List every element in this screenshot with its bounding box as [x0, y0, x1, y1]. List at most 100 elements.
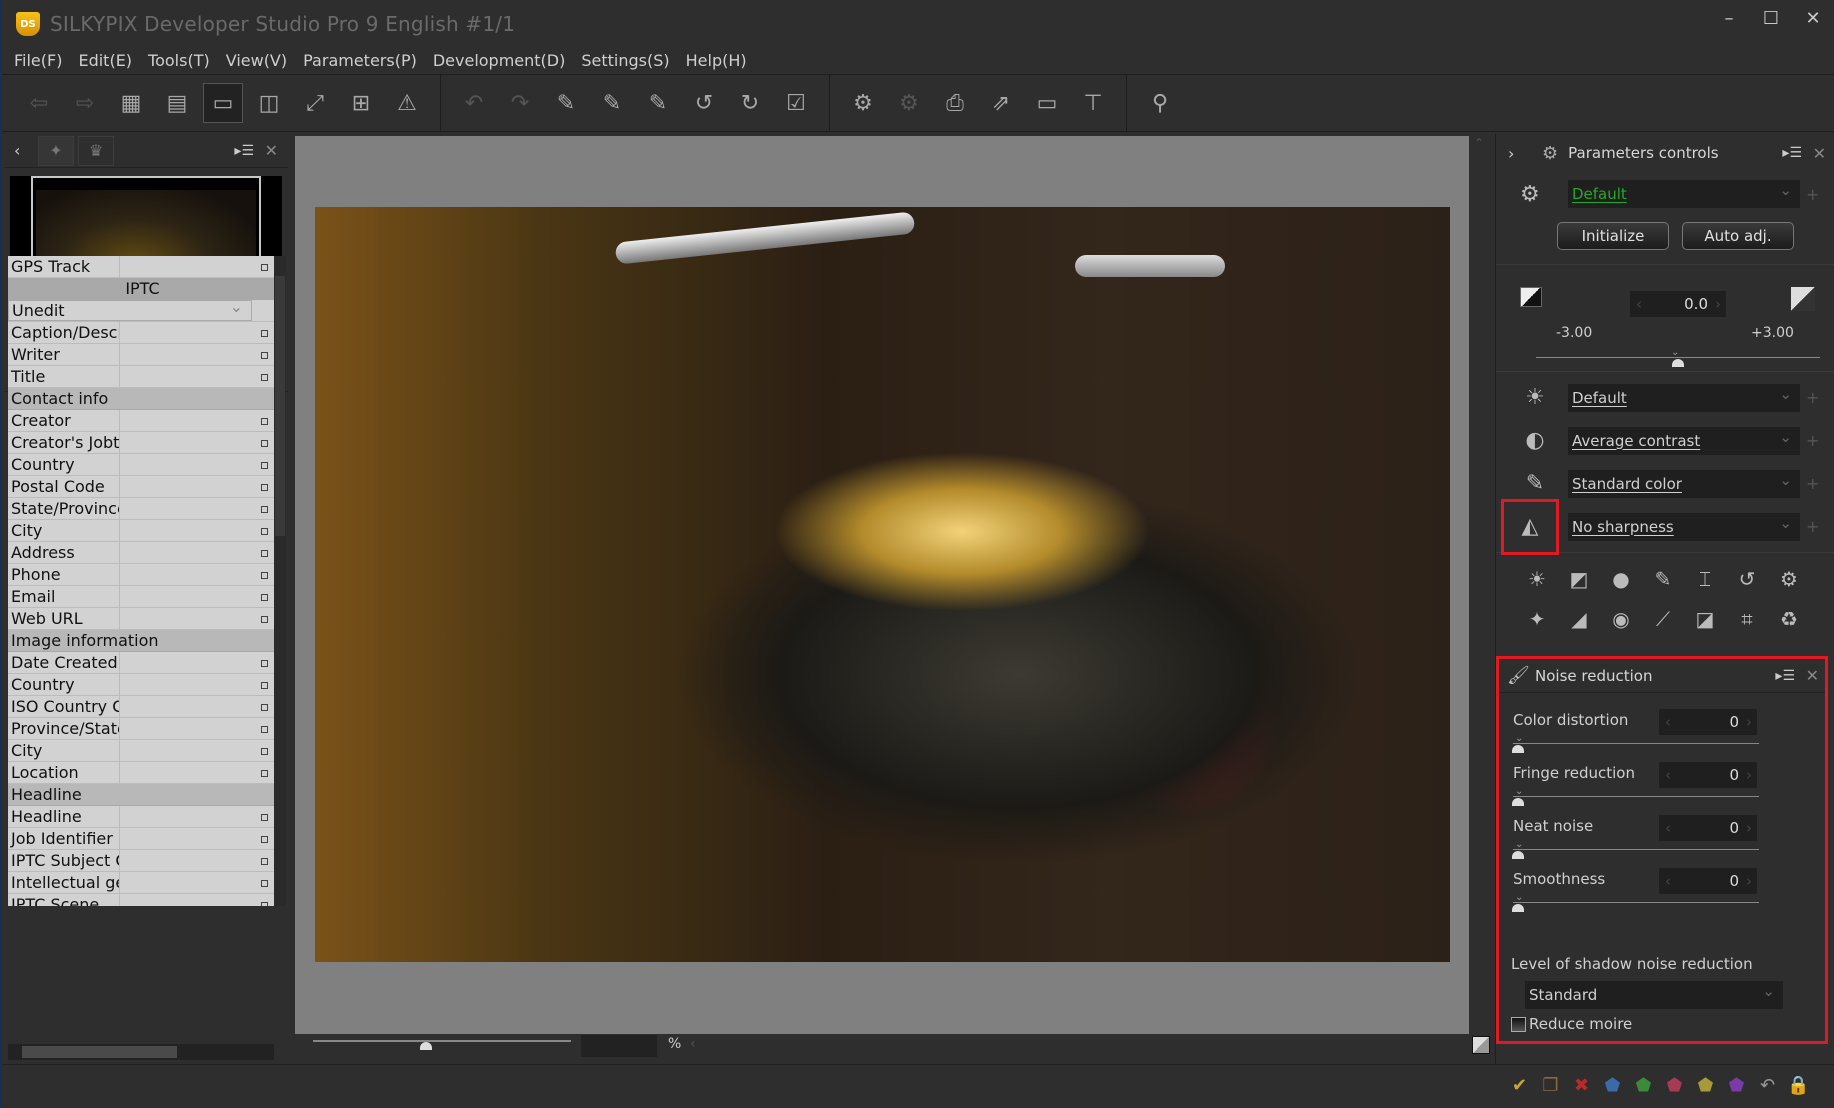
metadata-value-field[interactable] — [120, 762, 274, 783]
next-photo-button[interactable]: ⇨ — [65, 83, 105, 123]
panel-close-icon[interactable]: ✕ — [265, 141, 278, 160]
reject-icon[interactable]: ✖ — [1566, 1075, 1597, 1096]
metadata-value-field[interactable] — [120, 344, 274, 365]
monitor-button[interactable]: ▭ — [1027, 83, 1067, 123]
red-tag-icon[interactable]: ⬟ — [1659, 1075, 1690, 1096]
metadata-vertical-scrollbar[interactable] — [274, 256, 286, 906]
metadata-value-field[interactable] — [120, 520, 274, 541]
metadata-row[interactable]: Creator's Jobti — [8, 432, 274, 454]
fullscreen-button[interactable]: ⤢ — [295, 83, 335, 123]
green-tag-icon[interactable]: ⬟ — [1628, 1075, 1659, 1096]
tone-dropdown[interactable]: Average contrast — [1568, 423, 1800, 455]
metadata-value-field[interactable] — [120, 718, 274, 739]
zoom-slider-handle[interactable] — [420, 1042, 432, 1050]
noise-spinbox[interactable]: ‹ 0 › — [1659, 709, 1757, 735]
scrollbar-thumb[interactable] — [275, 276, 285, 536]
blue-tag-icon[interactable]: ⬟ — [1597, 1075, 1628, 1096]
previous-photo-button[interactable]: ⇦ — [19, 83, 59, 123]
metadata-value-field[interactable] — [120, 850, 274, 871]
fisheye-icon[interactable]: ◉ — [1600, 599, 1642, 639]
add-preset-icon[interactable]: + — [1806, 185, 1819, 204]
metadata-row[interactable]: Country — [8, 454, 274, 476]
compare-button[interactable]: ◫ — [249, 83, 289, 123]
metadata-row[interactable]: Caption/Descr — [8, 322, 274, 344]
metadata-row[interactable]: Address — [8, 542, 274, 564]
panel-close-icon-3[interactable]: ✕ — [1813, 144, 1826, 163]
metadata-value-field[interactable] — [120, 498, 274, 519]
rotate-left-button[interactable]: ↺ — [684, 83, 724, 123]
metadata-value-field[interactable] — [120, 410, 274, 431]
metadata-row[interactable]: City — [8, 520, 274, 542]
noise-slider-track[interactable] — [1513, 849, 1759, 850]
iptc-template-dropdown[interactable]: Unedit — [8, 297, 252, 321]
metadata-row[interactable]: Title — [8, 366, 274, 388]
photo-preview[interactable] — [315, 207, 1450, 962]
metadata-row[interactable]: Phone — [8, 564, 274, 586]
metadata-value-field[interactable] — [120, 564, 274, 585]
noise-slider-track[interactable] — [1513, 796, 1759, 797]
zoom-step-icon[interactable]: ‹ — [690, 1036, 696, 1052]
metadata-value-field[interactable] — [120, 542, 274, 563]
thumbnail-grid-button[interactable]: ▦ — [111, 83, 151, 123]
menu-development[interactable]: Development(D) — [433, 51, 566, 70]
develop-settings-icon[interactable]: ⚙ — [1768, 559, 1810, 599]
metadata-value-field[interactable] — [120, 256, 274, 277]
maximize-button[interactable]: ☐ — [1750, 0, 1792, 36]
exposure-slider-handle[interactable] — [1672, 359, 1684, 367]
color-correction-icon[interactable]: ● — [1600, 559, 1642, 599]
reduce-moire-checkbox[interactable] — [1511, 1017, 1526, 1032]
partial-correction-icon[interactable]: ◪ — [1684, 599, 1726, 639]
menu-edit[interactable]: Edit(E) — [78, 51, 132, 70]
metadata-row[interactable]: Job Identifier — [8, 828, 274, 850]
minimize-button[interactable]: – — [1708, 0, 1750, 36]
thumbnail-preview-button[interactable]: ▤ — [157, 83, 197, 123]
zoom-slider-track[interactable] — [313, 1040, 571, 1042]
zoom-value-field[interactable] — [581, 1035, 657, 1057]
menu-tools[interactable]: Tools(T) — [148, 51, 210, 70]
add-wb-preset-icon[interactable]: + — [1806, 388, 1819, 407]
metadata-value-field[interactable] — [120, 740, 274, 761]
metadata-value-field[interactable] — [120, 432, 274, 453]
metadata-value-field[interactable] — [120, 454, 274, 475]
metadata-value-field[interactable] — [120, 806, 274, 827]
noise-slider-track[interactable] — [1513, 743, 1759, 744]
shadow-noise-dropdown[interactable]: Standard — [1525, 977, 1783, 1009]
metadata-row[interactable]: Intellectual ge — [8, 872, 274, 894]
noise-spinbox[interactable]: ‹ 0 › — [1659, 762, 1757, 788]
metadata-value-field[interactable] — [120, 894, 274, 906]
tone-curve-icon[interactable]: ◩ — [1558, 559, 1600, 599]
collapse-left-icon[interactable]: ‹ — [14, 141, 34, 160]
white-balance-eyedropper-button[interactable]: ✎ — [592, 83, 632, 123]
exposure-spinbox[interactable]: ‹ 0.0 › — [1630, 291, 1726, 317]
white-balance-adjust-icon[interactable]: ✎ — [1642, 559, 1684, 599]
metadata-value-field[interactable] — [120, 476, 274, 497]
noise-slider-handle[interactable] — [1512, 904, 1524, 912]
tools-button[interactable]: ⊤ — [1073, 83, 1113, 123]
scrollbar-thumb[interactable] — [22, 1046, 177, 1058]
metadata-row[interactable]: Headline — [8, 806, 274, 828]
collapse-right-icon[interactable]: › — [1508, 144, 1528, 163]
purple-tag-icon[interactable]: ⬟ — [1721, 1075, 1752, 1096]
metadata-value-field[interactable] — [120, 608, 274, 629]
menu-view[interactable]: View(V) — [226, 51, 287, 70]
panel-close-icon-4[interactable]: ✕ — [1806, 666, 1819, 685]
metadata-value-field[interactable] — [120, 674, 274, 695]
metadata-row[interactable]: Creator — [8, 410, 274, 432]
metadata-row[interactable]: Web URL — [8, 608, 274, 630]
accept-icon[interactable]: ✔ — [1504, 1075, 1535, 1096]
noise-slider-track[interactable] — [1513, 902, 1759, 903]
rotation-icon[interactable]: ↺ — [1726, 559, 1768, 599]
noise-spinbox[interactable]: ‹ 0 › — [1659, 868, 1757, 894]
metadata-row[interactable]: GPS Track — [8, 256, 274, 278]
panel-menu-icon-4[interactable]: ▸☰ — [1775, 668, 1795, 684]
histogram-tab[interactable]: ♛ — [78, 135, 114, 166]
sharpness-noise-icon[interactable]: ◭ — [1501, 498, 1559, 555]
auto-exposure-icon[interactable] — [1791, 287, 1815, 311]
gray-balance-eyedropper-button[interactable]: ✎ — [546, 83, 586, 123]
metadata-row[interactable]: IPTC Subject C — [8, 850, 274, 872]
metadata-row[interactable]: Email — [8, 586, 274, 608]
metadata-row[interactable]: City — [8, 740, 274, 762]
exposure-bias-icon[interactable]: ☀ — [1516, 559, 1558, 599]
close-button[interactable]: ✕ — [1792, 0, 1834, 36]
add-sharpness-preset-icon[interactable]: + — [1806, 517, 1819, 536]
